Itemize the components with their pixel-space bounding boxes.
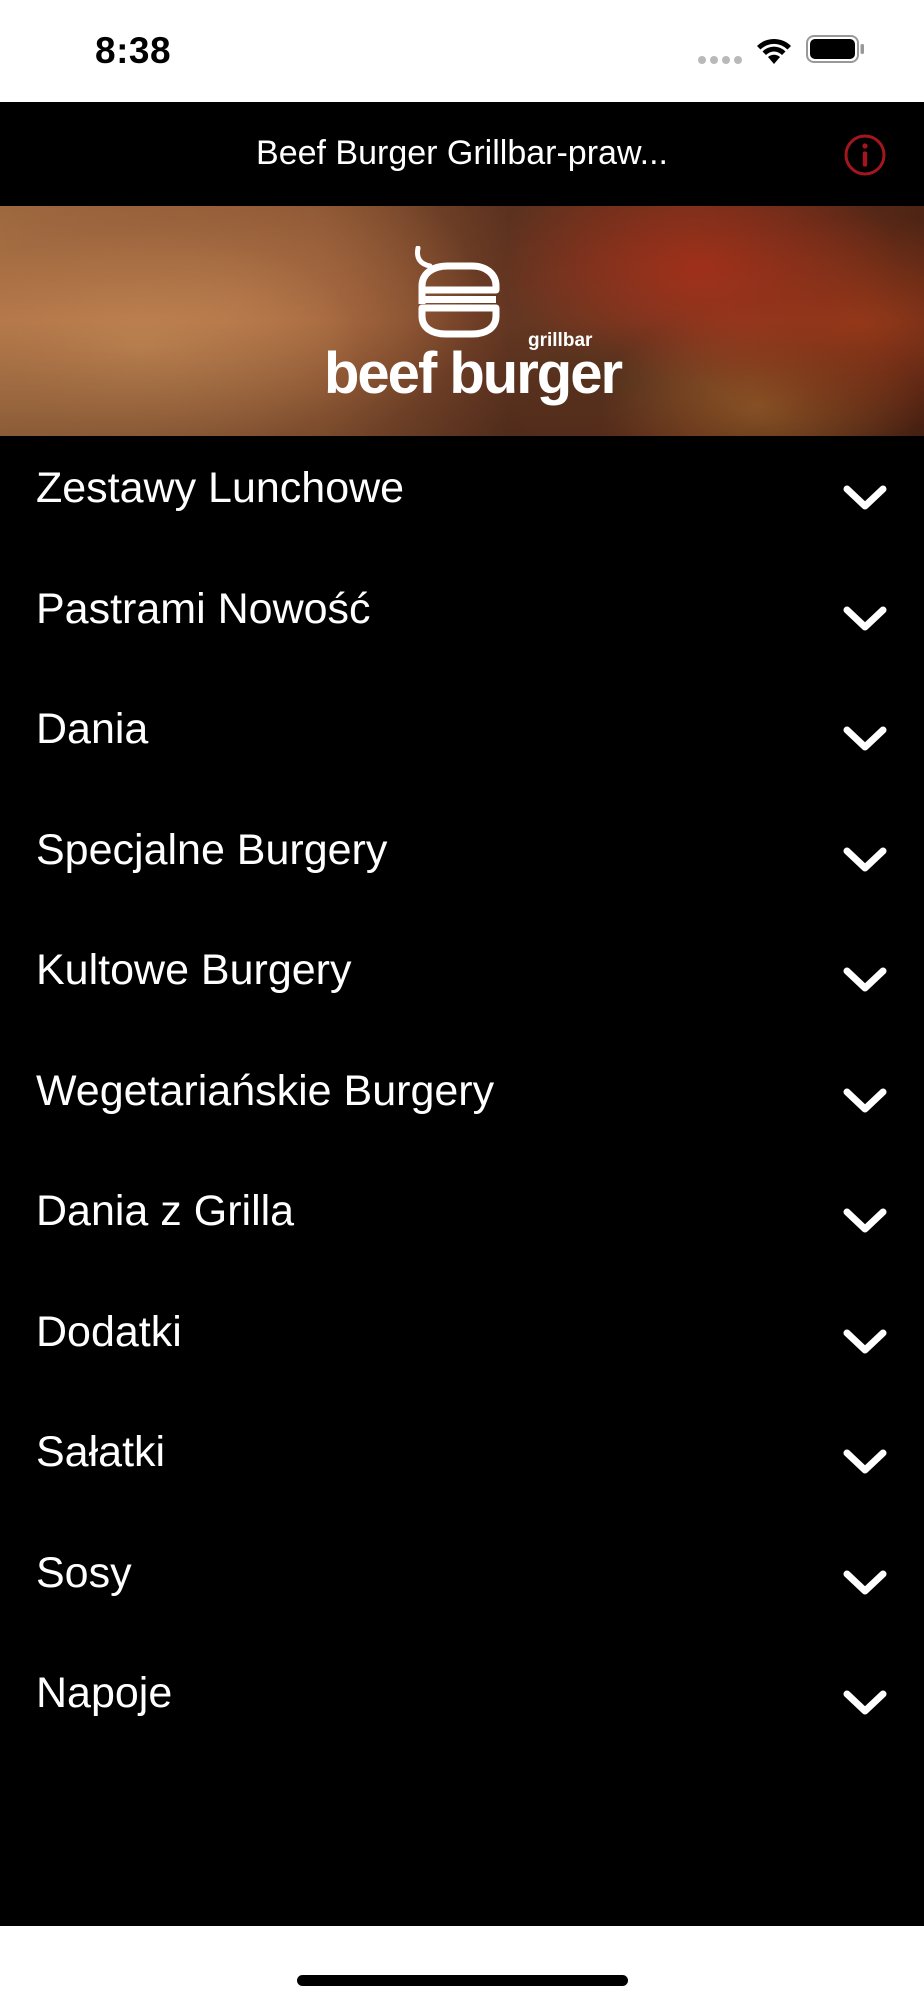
battery-icon [806, 35, 864, 63]
menu-category-label: Wegetariańskie Burgery [36, 1066, 495, 1115]
menu-category-specjalne-burgery[interactable]: Specjalne Burgery [0, 798, 924, 919]
restaurant-banner: grillbar beef burger [0, 206, 924, 436]
menu-category-label: Dodatki [36, 1307, 182, 1356]
menu-category-label: Kultowe Burgery [36, 946, 352, 994]
chevron-down-icon [843, 967, 887, 992]
logo-wordmark: beef burger [324, 341, 623, 406]
wifi-icon [757, 38, 791, 64]
menu-category-label: Specjalne Burgery [36, 825, 388, 874]
menu-category-label: Napoje [36, 1669, 173, 1717]
chevron-down-icon [843, 1208, 887, 1233]
menu-category-label: Pastrami Nowość [36, 584, 371, 633]
status-time: 8:38 [95, 30, 172, 71]
navigation-bar: Beef Burger Grillbar-praw... [0, 102, 924, 206]
menu-category-label: Sałatki [36, 1428, 166, 1476]
status-bar: 8:38 [0, 0, 924, 102]
home-indicator[interactable] [297, 1975, 628, 1986]
chevron-down-icon [843, 726, 887, 751]
menu-category-napoje[interactable]: Napoje [0, 1641, 924, 1762]
chevron-down-icon [843, 485, 887, 510]
chevron-down-icon [843, 1570, 887, 1594]
menu-category-wegetarianskie-burgery[interactable]: Wegetariańskie Burgery [0, 1039, 924, 1160]
menu-category-pastrami-nowosc[interactable]: Pastrami Nowość [0, 557, 924, 678]
menu-category-dodatki[interactable]: Dodatki [0, 1280, 924, 1401]
menu-category-label: Zestawy Lunchowe [36, 464, 405, 512]
menu-category-dania[interactable]: Dania [0, 677, 924, 798]
menu-category-dania-z-grilla[interactable]: Dania z Grilla [0, 1159, 924, 1280]
chevron-down-icon [843, 1690, 887, 1715]
chevron-down-icon [843, 606, 887, 630]
menu-category-salatki[interactable]: Sałatki [0, 1400, 924, 1521]
menu-category-kultowe-burgery[interactable]: Kultowe Burgery [0, 918, 924, 1039]
burger-logo-icon [415, 246, 500, 338]
chevron-down-icon [843, 1449, 887, 1474]
home-indicator-area [0, 1926, 924, 2000]
screen: 8:38 Beef Burger Grillbar-praw... grillb… [0, 0, 924, 2000]
menu-category-label: Dania z Grilla [36, 1187, 295, 1235]
menu-category-zestawy-lunchowe[interactable]: Zestawy Lunchowe [0, 436, 924, 557]
nav-title: Beef Burger Grillbar-praw... [256, 134, 668, 172]
chevron-down-icon [843, 847, 887, 871]
menu-category-sosy[interactable]: Sosy [0, 1521, 924, 1642]
info-icon[interactable] [843, 133, 887, 177]
menu-category-label: Dania [36, 705, 149, 753]
menu-category-label: Sosy [36, 1548, 132, 1597]
menu-category-list: Zestawy Lunchowe Pastrami Nowość Dania S… [0, 436, 924, 1926]
cellular-signal-icon [698, 56, 742, 66]
chevron-down-icon [843, 1329, 887, 1353]
chevron-down-icon [843, 1088, 887, 1112]
